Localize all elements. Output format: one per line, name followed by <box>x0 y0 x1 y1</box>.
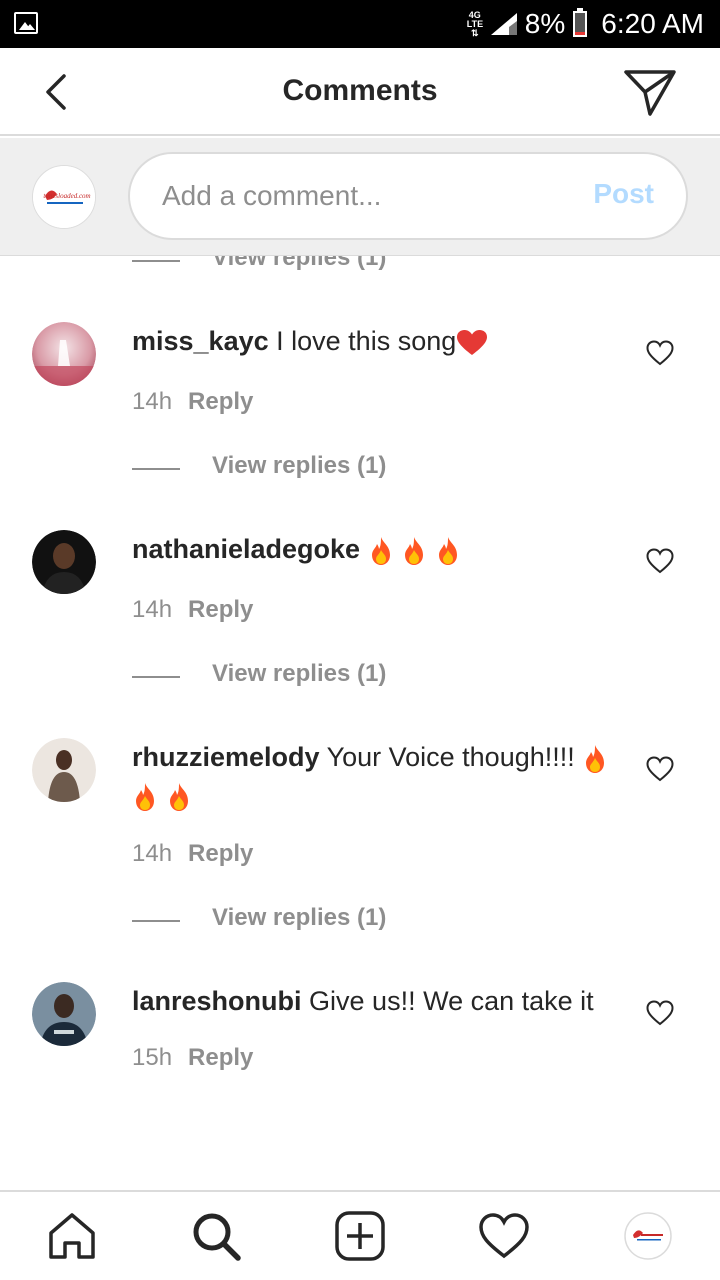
add-post-icon <box>335 1211 385 1261</box>
comment-composer: tunesloaded.com Post <box>0 138 720 256</box>
reply-button[interactable]: Reply <box>188 840 253 867</box>
comment-text: miss_kayc I love this song <box>132 322 622 360</box>
view-replies-link[interactable]: View replies (1) <box>212 452 386 480</box>
red-heart-emoji-icon <box>457 329 488 355</box>
avatar[interactable] <box>32 738 96 802</box>
network-type-icon: 4G LTE ⇅ <box>466 9 484 38</box>
nav-profile[interactable] <box>622 1210 674 1262</box>
like-heart-icon[interactable] <box>646 340 674 366</box>
comment-message: Give us!! We can take it <box>309 986 594 1016</box>
clock: 6:20 AM <box>601 8 704 39</box>
fire-emoji-icon <box>438 536 457 565</box>
avatar[interactable] <box>32 530 96 594</box>
comment-meta: 14h Reply <box>132 596 253 624</box>
fire-emoji-icon <box>371 536 390 565</box>
comment-meta: 14h Reply <box>132 388 253 416</box>
nav-search[interactable] <box>190 1210 242 1262</box>
status-bar: 4G LTE ⇅ 8% 6:20 AM <box>0 0 720 48</box>
bottom-navigation <box>0 1190 720 1280</box>
avatar[interactable] <box>32 982 96 1046</box>
replies-divider-line <box>132 676 180 678</box>
gallery-notification-icon <box>14 12 38 34</box>
comment-username[interactable]: nathanieladegoke <box>132 534 360 564</box>
comment-text: lanreshonubi Give us!! We can take it <box>132 982 622 1020</box>
fire-emoji-icon <box>169 782 188 811</box>
nav-activity[interactable] <box>478 1210 530 1262</box>
like-heart-icon[interactable] <box>646 548 674 574</box>
replies-divider-line <box>132 920 180 922</box>
signal-icon <box>490 13 517 35</box>
activity-heart-icon <box>479 1213 529 1259</box>
comment-text: rhuzziemelody Your Voice though!!!! <box>132 738 622 814</box>
profile-avatar-icon <box>624 1212 672 1260</box>
comment-time: 15h <box>132 1044 173 1071</box>
reply-button[interactable]: Reply <box>188 388 253 415</box>
like-heart-icon[interactable] <box>646 1000 674 1026</box>
comment-time: 14h <box>132 596 173 623</box>
send-icon[interactable] <box>624 68 676 116</box>
post-button[interactable]: Post <box>593 178 654 210</box>
current-user-avatar[interactable]: tunesloaded.com <box>32 165 96 229</box>
fire-emoji-icon <box>586 744 605 773</box>
comment-input[interactable] <box>162 154 562 238</box>
comment-input-box[interactable]: Post <box>128 152 688 240</box>
reply-button[interactable]: Reply <box>188 596 253 623</box>
comment-username[interactable]: miss_kayc <box>132 326 269 356</box>
fire-emoji-group <box>368 534 461 565</box>
comment-meta: 15h Reply <box>132 1044 253 1072</box>
battery-percent: 8% <box>524 8 566 39</box>
page-title: Comments <box>282 74 438 107</box>
top-bar: Comments <box>0 48 720 136</box>
search-icon <box>193 1213 241 1261</box>
comments-list[interactable]: View replies (1) miss_kayc I love this s… <box>0 256 720 1190</box>
battery-icon <box>573 8 588 37</box>
like-heart-icon[interactable] <box>646 756 674 782</box>
fire-emoji-icon <box>136 782 154 811</box>
home-icon <box>49 1213 95 1259</box>
reply-button[interactable]: Reply <box>188 1044 253 1071</box>
comment-time: 14h <box>132 388 173 415</box>
replies-divider-line <box>132 468 180 470</box>
comment-message: Your Voice though!!!! <box>326 742 575 772</box>
view-replies-link[interactable]: View replies (1) <box>212 660 386 688</box>
tunesloaded-logo-icon: tunesloaded.com <box>33 166 95 228</box>
comment-time: 14h <box>132 840 173 867</box>
replies-divider-line <box>132 260 180 262</box>
comment-username[interactable]: lanreshonubi <box>132 986 302 1016</box>
comment-meta: 14h Reply <box>132 840 253 868</box>
avatar[interactable] <box>32 322 96 386</box>
comment-message: I love this song <box>276 326 457 356</box>
fire-emoji-icon <box>405 536 424 565</box>
comment-text: nathanieladegoke <box>132 530 622 568</box>
nav-new-post[interactable] <box>334 1210 386 1262</box>
comment-username[interactable]: rhuzziemelody <box>132 742 320 772</box>
view-replies-link[interactable]: View replies (1) <box>212 256 386 272</box>
nav-home[interactable] <box>46 1210 98 1262</box>
view-replies-link[interactable]: View replies (1) <box>212 904 386 932</box>
logo-text: tunesloaded.com <box>43 192 90 200</box>
previous-view-replies[interactable]: View replies (1) <box>0 256 720 271</box>
